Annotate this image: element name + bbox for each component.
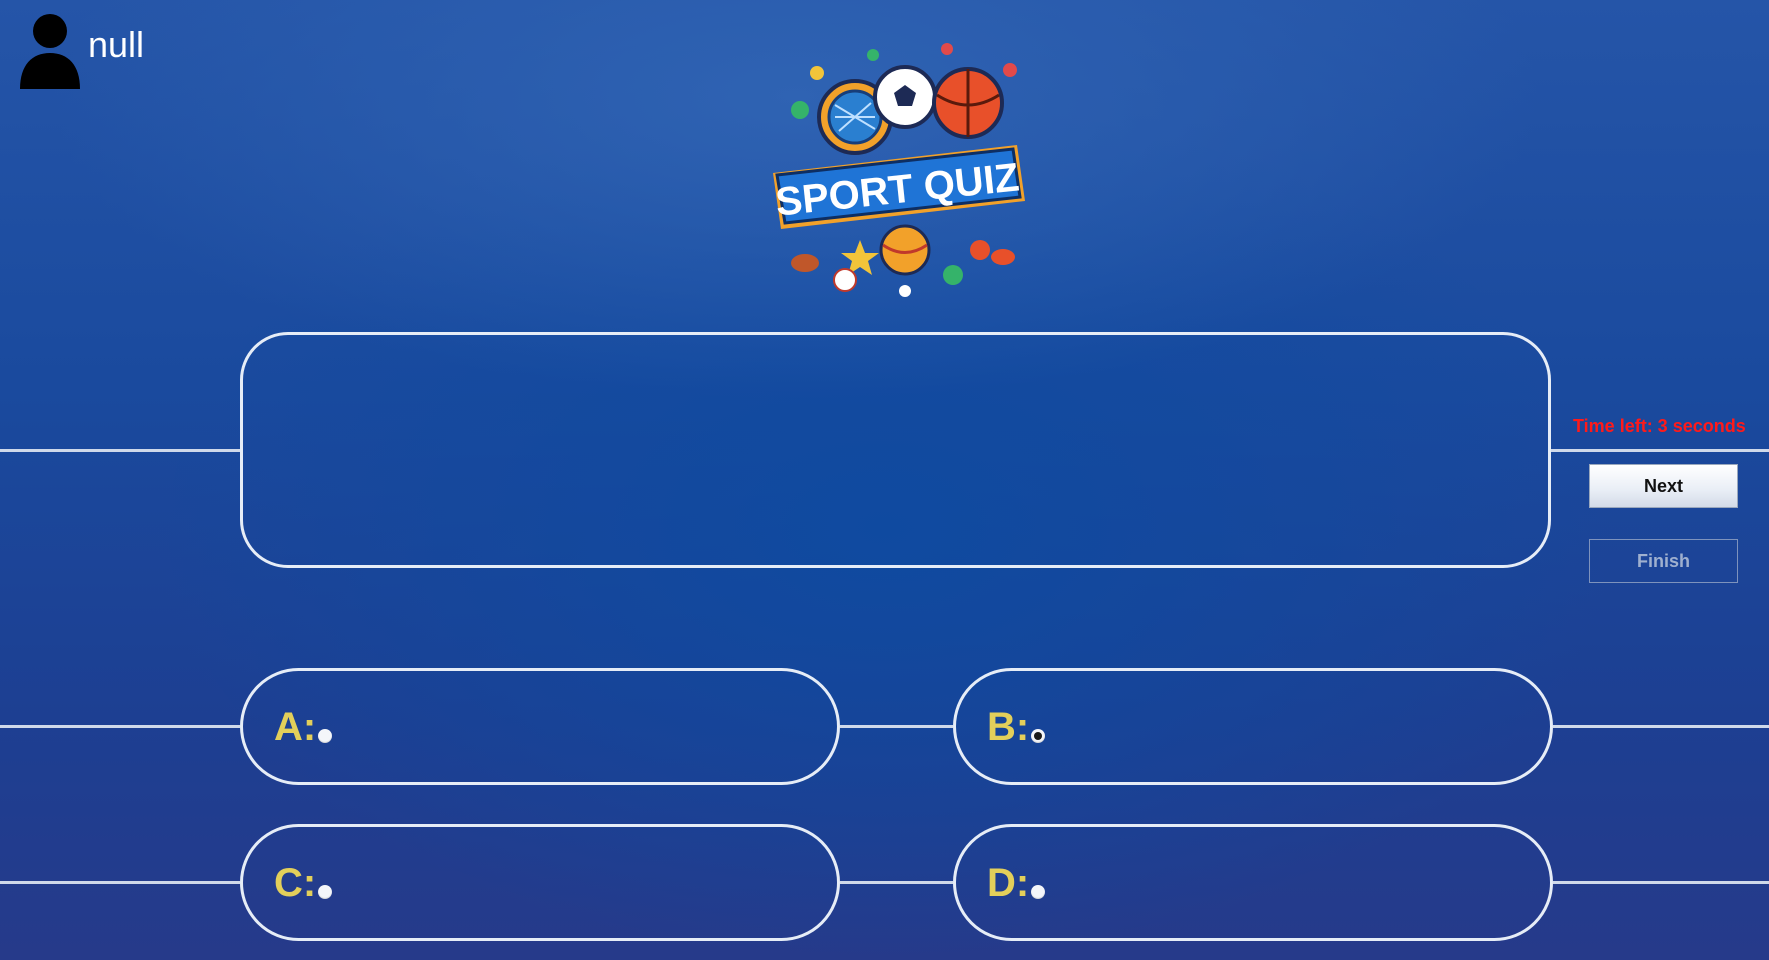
time-left-label: Time left: 3 seconds [1573, 416, 1746, 436]
option-c-label: C: [274, 861, 317, 905]
question-box [240, 332, 1551, 568]
question-line-right [1551, 449, 1769, 452]
sport-quiz-logo: SPORT QUIZ [773, 43, 1025, 297]
option-d-radio[interactable] [1031, 884, 1046, 899]
finish-button[interactable]: Finish [1589, 539, 1738, 583]
option-c[interactable]: C: [240, 824, 840, 941]
option-a[interactable]: A: [240, 668, 840, 785]
user-name: null [88, 24, 145, 65]
option-a-label: A: [274, 705, 317, 749]
option-row1-line-right [1553, 725, 1769, 728]
option-a-radio[interactable] [318, 728, 333, 743]
user-badge: null [18, 13, 144, 89]
option-row2-line-middle [840, 881, 953, 884]
next-button[interactable]: Next [1589, 464, 1738, 508]
option-b-label: B: [987, 705, 1030, 749]
question-text [243, 335, 1548, 395]
option-d-label: D: [987, 861, 1030, 905]
option-d[interactable]: D: [953, 824, 1553, 941]
option-b-radio[interactable] [1031, 728, 1046, 743]
option-row2-line-right [1553, 881, 1769, 884]
user-icon [20, 14, 80, 89]
option-row1-line-middle [840, 725, 953, 728]
option-row2-line-left [0, 881, 240, 884]
question-line-left [0, 449, 240, 452]
option-row1-line-left [0, 725, 240, 728]
option-b[interactable]: B: [953, 668, 1553, 785]
option-c-radio[interactable] [318, 884, 333, 899]
